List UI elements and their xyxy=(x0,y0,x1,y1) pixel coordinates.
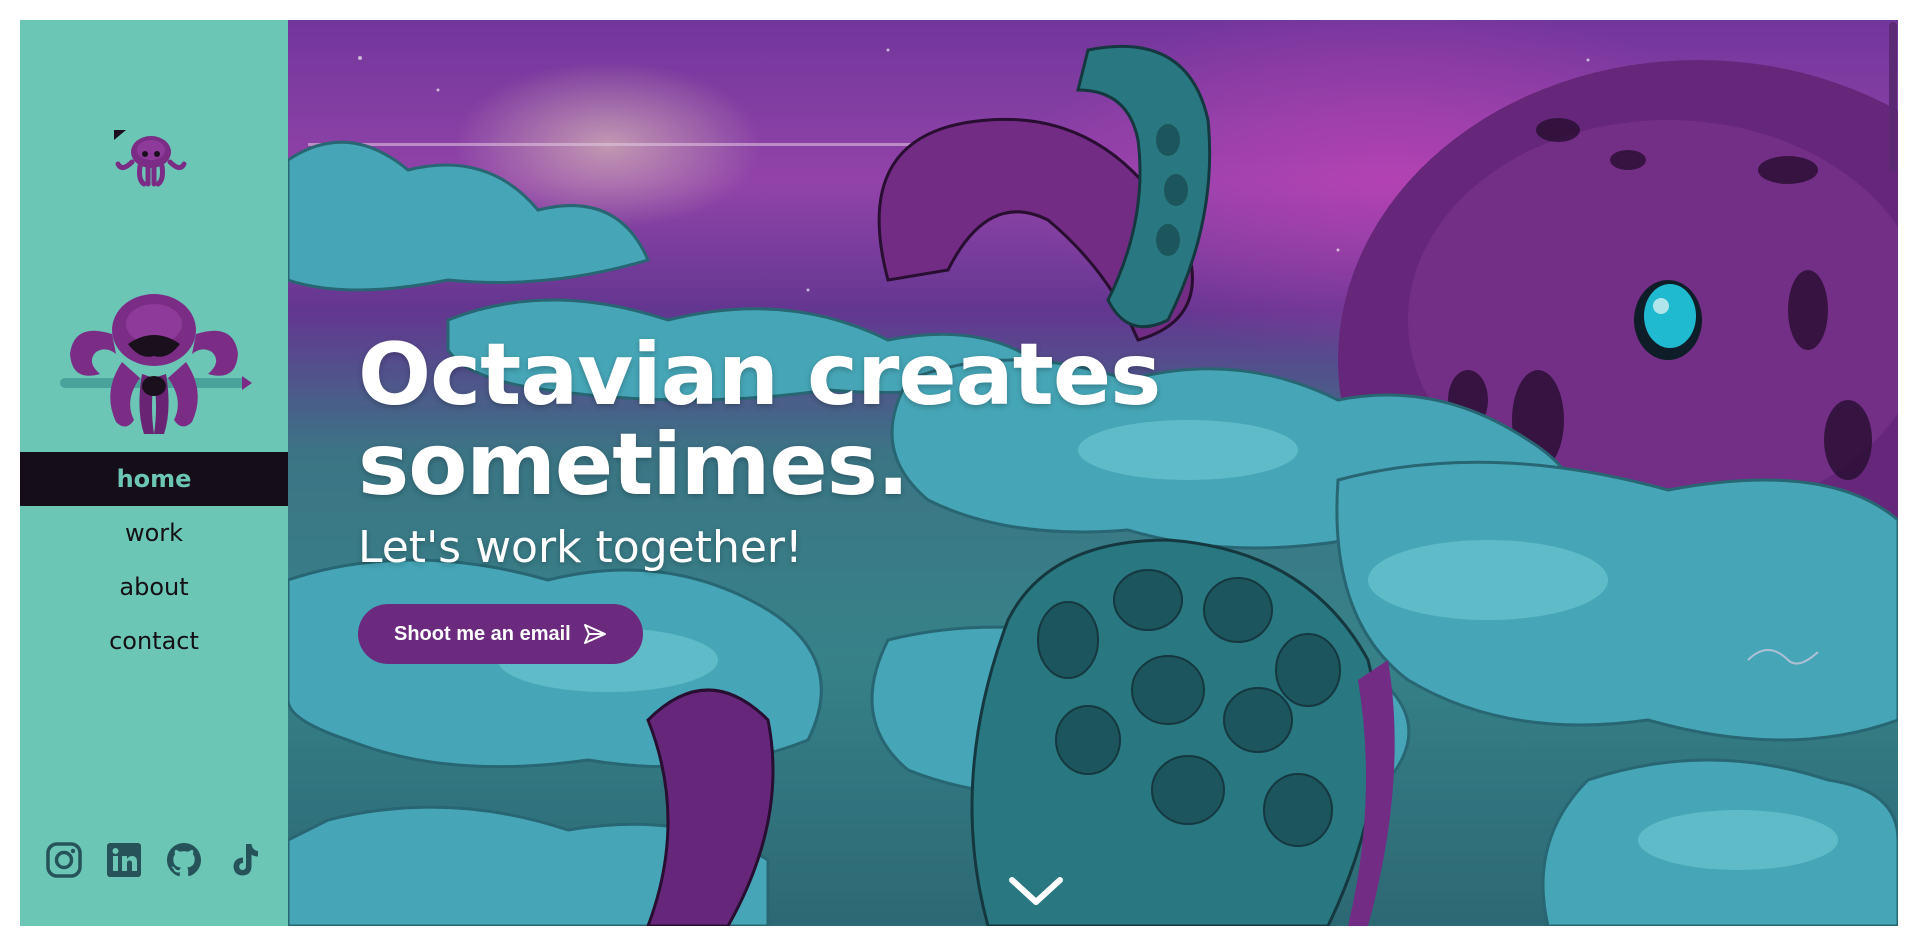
page-scrollbar[interactable] xyxy=(1888,20,1898,926)
hero-subhead: Let's work together! xyxy=(358,522,803,573)
nav-item-about[interactable]: about xyxy=(20,560,288,614)
send-icon xyxy=(583,622,607,646)
sidebar: home work about contact xyxy=(20,20,288,926)
email-cta-label: Shoot me an email xyxy=(394,622,571,645)
hero-section: Octavian creates sometimes. Let's work t… xyxy=(288,20,1898,926)
hero-headline: Octavian creates sometimes. xyxy=(358,325,1161,515)
linkedin-icon[interactable] xyxy=(104,840,144,880)
octopus-logo-large-icon[interactable] xyxy=(56,282,252,440)
tiktok-icon[interactable] xyxy=(224,840,264,880)
scrollbar-thumb[interactable] xyxy=(1889,22,1897,172)
email-cta-button[interactable]: Shoot me an email xyxy=(358,604,643,664)
social-links xyxy=(44,840,264,880)
main-nav: home work about contact xyxy=(20,452,288,668)
page-frame: home work about contact Octavian creates… xyxy=(20,20,1898,926)
chevron-down-icon[interactable] xyxy=(1006,872,1066,912)
nav-item-contact[interactable]: contact xyxy=(20,614,288,668)
instagram-icon[interactable] xyxy=(44,840,84,880)
nav-item-work[interactable]: work xyxy=(20,506,288,560)
octopus-logo-small-icon[interactable] xyxy=(112,128,190,188)
nav-item-home[interactable]: home xyxy=(20,452,288,506)
github-icon[interactable] xyxy=(164,840,204,880)
